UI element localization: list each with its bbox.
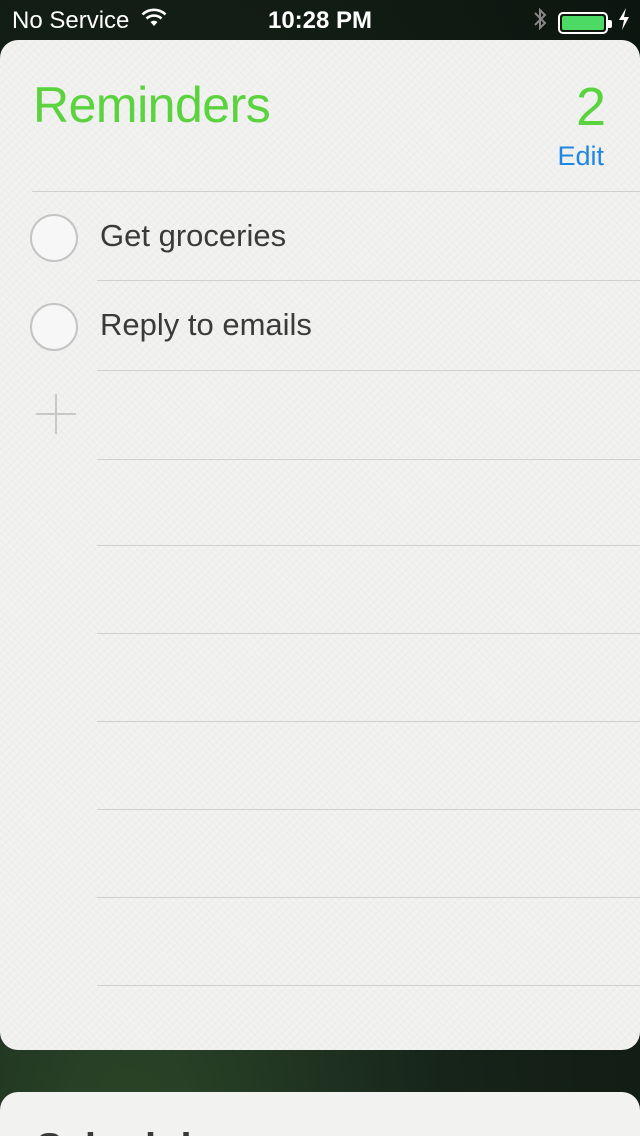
reminder-label: Get groceries bbox=[100, 218, 287, 253]
row-divider bbox=[97, 545, 640, 546]
battery-icon bbox=[558, 11, 612, 34]
reminder-count: 2 bbox=[575, 77, 606, 137]
battery-fill bbox=[562, 15, 604, 30]
bluetooth-icon bbox=[532, 6, 548, 39]
reminder-item[interactable]: Reply to emails bbox=[0, 281, 640, 369]
reminders-widget: Reminders 2 Edit Get groceries Reply to … bbox=[0, 40, 640, 1050]
edit-button[interactable]: Edit bbox=[557, 141, 604, 172]
row-divider bbox=[97, 459, 640, 460]
next-widget: Schedule bbox=[0, 1092, 640, 1136]
next-widget-title: Schedule bbox=[36, 1126, 214, 1136]
widget-title: Reminders bbox=[33, 77, 271, 133]
battery-nub bbox=[608, 19, 612, 28]
row-divider bbox=[97, 897, 640, 898]
row-divider bbox=[97, 370, 640, 371]
reminder-label: Reply to emails bbox=[100, 307, 312, 342]
row-divider bbox=[97, 721, 640, 722]
plus-icon[interactable] bbox=[36, 394, 76, 434]
charging-bolt-icon bbox=[618, 8, 630, 37]
plus-icon-vertical bbox=[55, 394, 57, 434]
row-divider bbox=[97, 985, 640, 986]
row-divider bbox=[97, 809, 640, 810]
status-right bbox=[532, 6, 630, 39]
status-bar: No Service 10:28 PM bbox=[0, 0, 640, 40]
reminder-checkbox[interactable] bbox=[30, 303, 78, 351]
reminder-checkbox[interactable] bbox=[30, 214, 78, 262]
reminder-item[interactable]: Get groceries bbox=[0, 192, 640, 280]
row-divider bbox=[97, 633, 640, 634]
